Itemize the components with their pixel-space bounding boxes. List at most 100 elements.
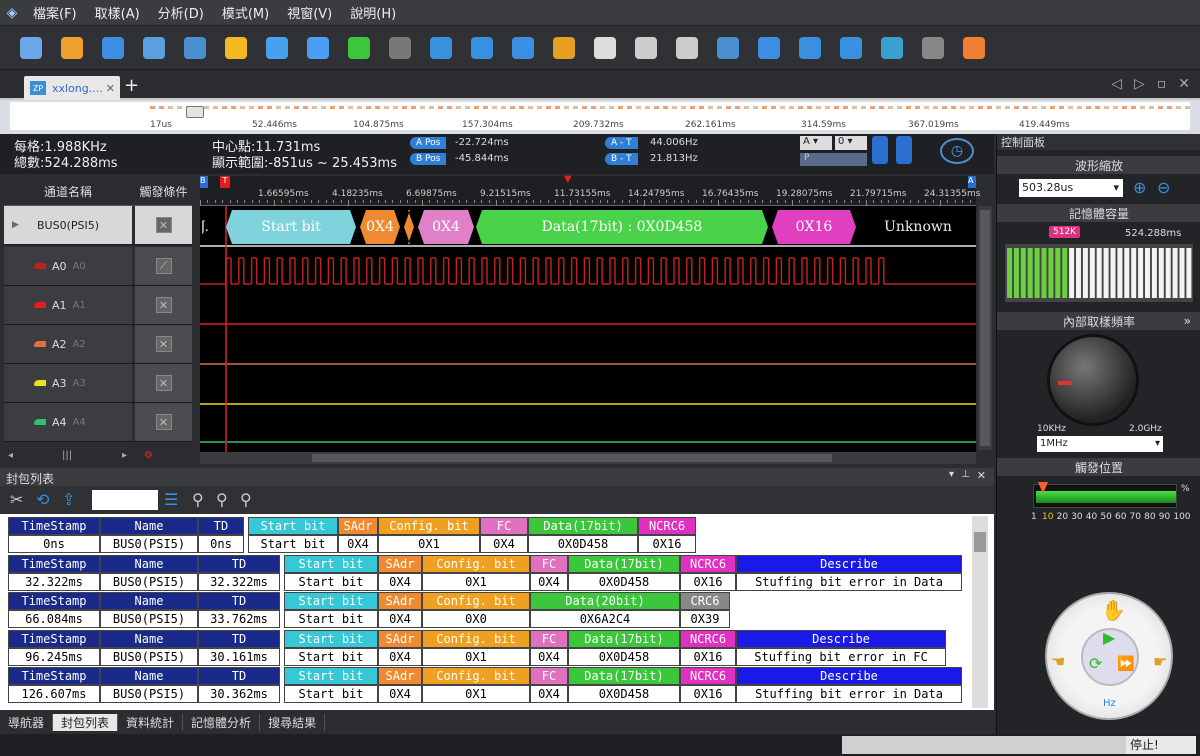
marker-down-button[interactable] bbox=[502, 30, 543, 66]
find-next-icon[interactable]: ⚲ bbox=[240, 490, 252, 509]
zoom-select[interactable]: 503.28us ▾ bbox=[1019, 179, 1123, 197]
packet-value-cell[interactable]: 0X1 bbox=[378, 535, 480, 553]
right-pointer-icon[interactable]: ☛ bbox=[1153, 652, 1167, 671]
probe-a-icon[interactable] bbox=[872, 136, 888, 164]
channel-row[interactable]: A2 A2 ✕ bbox=[4, 325, 192, 364]
trigger-rising-icon[interactable]: ⟋ bbox=[155, 258, 172, 274]
packet-value-cell[interactable]: 0X4 bbox=[378, 610, 422, 628]
bus-segment[interactable]: 0X4 bbox=[360, 210, 400, 244]
channel-name[interactable]: A4 A4 bbox=[4, 403, 132, 441]
overview-scroll-thumb[interactable] bbox=[186, 106, 204, 118]
flashlight-button[interactable] bbox=[543, 30, 584, 66]
trigger-none-icon[interactable]: ✕ bbox=[155, 217, 172, 233]
binary-button[interactable] bbox=[707, 30, 748, 66]
packet-value-cell[interactable]: Start bit bbox=[284, 685, 378, 703]
packet-value-cell[interactable]: 0X1 bbox=[422, 572, 530, 591]
bus-segment[interactable]: 0X4 bbox=[418, 210, 474, 244]
packet-value-cell[interactable]: 126.607ms bbox=[8, 685, 100, 703]
marker-b-flag-icon[interactable]: B bbox=[200, 176, 208, 188]
trigger-cell[interactable]: ⟋ bbox=[135, 247, 192, 285]
left-pointer-icon[interactable]: ☚ bbox=[1051, 652, 1065, 671]
close-panel-icon[interactable]: ✕ bbox=[977, 469, 986, 482]
channel-row[interactable]: A4 A4 ✕ bbox=[4, 403, 192, 442]
run-button[interactable] bbox=[338, 30, 379, 66]
packet-value-cell[interactable]: 0X4 bbox=[378, 572, 422, 591]
packet-value-cell[interactable]: 0X0D458 bbox=[568, 647, 680, 666]
tools-button[interactable] bbox=[297, 30, 338, 66]
bottom-tab-0[interactable]: 導航器 bbox=[0, 713, 54, 731]
restore-window-icon[interactable]: ▫ bbox=[1157, 76, 1167, 92]
packet-value-cell[interactable]: 0X4 bbox=[480, 535, 528, 553]
prev-arrow-icon[interactable]: ◁ bbox=[1111, 76, 1122, 92]
packet-value-cell[interactable]: Stuffing bit error in FC bbox=[736, 647, 946, 666]
print-button[interactable] bbox=[133, 30, 174, 66]
sort-icon[interactable]: ☰ bbox=[164, 490, 178, 509]
bottom-tab-4[interactable]: 搜尋結果 bbox=[260, 713, 326, 731]
menu-item-5[interactable]: 說明(H) bbox=[341, 3, 405, 22]
packet-value-cell[interactable]: BUS0(PSI5) bbox=[100, 685, 198, 703]
channel-row[interactable]: A3 A3 ✕ bbox=[4, 364, 192, 403]
next-arrow-icon[interactable]: ▷ bbox=[1134, 76, 1145, 92]
star-button[interactable] bbox=[215, 30, 256, 66]
trigger-cell[interactable]: ✕ bbox=[135, 286, 192, 324]
menu-item-4[interactable]: 視窗(V) bbox=[278, 3, 341, 22]
packet-value-cell[interactable]: BUS0(PSI5) bbox=[100, 535, 198, 553]
packet-value-cell[interactable]: Start bit bbox=[284, 647, 378, 666]
packet-value-cell[interactable]: 0X6A2C4 bbox=[530, 610, 680, 628]
bus-segment[interactable] bbox=[404, 210, 414, 244]
packet-value-cell[interactable]: Stuffing bit error in Data bbox=[736, 572, 962, 591]
probe-b-icon[interactable] bbox=[896, 136, 912, 164]
channel-row-bus[interactable]: ▶ BUS0(PSI5) ✕ bbox=[4, 206, 192, 245]
packet-value-cell[interactable]: 0X4 bbox=[378, 685, 422, 703]
packet-value-cell[interactable]: 32.322ms bbox=[198, 572, 280, 591]
packet-value-cell[interactable]: 0X1 bbox=[422, 685, 530, 703]
packet-value-cell[interactable]: 0X1 bbox=[422, 647, 530, 666]
packet-value-cell[interactable]: 0X4 bbox=[530, 685, 568, 703]
packet-value-cell[interactable]: BUS0(PSI5) bbox=[100, 572, 198, 591]
packet-value-cell[interactable]: 0X16 bbox=[680, 685, 736, 703]
save-button[interactable] bbox=[92, 30, 133, 66]
packet-value-cell[interactable]: 0ns bbox=[198, 535, 244, 553]
channel-row[interactable]: A0 A0 ⟋ bbox=[4, 247, 192, 286]
trigger-position-slider[interactable] bbox=[1033, 482, 1177, 508]
refresh-icon[interactable]: ⟲ bbox=[36, 490, 49, 509]
sample-rate-knob[interactable] bbox=[1047, 334, 1139, 426]
bus-segment[interactable]: Start bit bbox=[226, 210, 356, 244]
memory-bar-gauge[interactable] bbox=[1005, 244, 1193, 302]
new-file-button[interactable] bbox=[10, 30, 51, 66]
packet-value-cell[interactable]: 33.762ms bbox=[198, 610, 280, 628]
probe-button[interactable] bbox=[912, 30, 953, 66]
pages-button[interactable] bbox=[584, 30, 625, 66]
binoculars-icon[interactable]: ⚲ bbox=[192, 490, 204, 509]
zoom-p-button[interactable] bbox=[830, 30, 871, 66]
export-icon[interactable]: ⇪ bbox=[62, 490, 75, 509]
handshake2-button[interactable] bbox=[666, 30, 707, 66]
fast-forward-icon[interactable]: ⏩ bbox=[1117, 656, 1134, 672]
packet-vscroll[interactable] bbox=[972, 516, 988, 708]
tab-document[interactable]: ZP xxlong.... ✕ bbox=[24, 76, 120, 100]
open-folder-button[interactable] bbox=[51, 30, 92, 66]
packet-value-cell[interactable]: Stuffing bit error in Data bbox=[736, 685, 962, 703]
scroll-grip-icon[interactable]: ||| bbox=[62, 450, 72, 461]
overview-track[interactable]: 17us 52.446ms 104.875ms 157.304ms 209.732ms 2… bbox=[10, 102, 1190, 130]
channel-name[interactable]: A0 A0 bbox=[4, 247, 132, 285]
packet-value-cell[interactable]: BUS0(PSI5) bbox=[100, 647, 198, 666]
pin-icon[interactable]: ⊥ bbox=[961, 469, 970, 480]
zoom-in-icon[interactable]: ⊕ bbox=[1133, 178, 1146, 197]
trigger-cell[interactable]: ✕ bbox=[135, 364, 192, 402]
packet-value-cell[interactable]: 0X4 bbox=[530, 572, 568, 591]
menu-item-2[interactable]: 分析(D) bbox=[149, 3, 213, 22]
add-tab-button[interactable]: + bbox=[124, 75, 139, 96]
expand-arrow-icon[interactable]: ▶ bbox=[12, 220, 19, 230]
bus-segment[interactable]: Unknown bbox=[860, 210, 976, 244]
waveform-view[interactable]: 1.66595ms 4.18235ms 6.69875ms 9.21515ms 11.7… bbox=[200, 174, 980, 452]
bottom-tab-1[interactable]: 封包列表 bbox=[53, 713, 119, 731]
save-settings-button[interactable] bbox=[174, 30, 215, 66]
packet-value-cell[interactable]: 96.245ms bbox=[8, 647, 100, 666]
expand-icon[interactable]: » bbox=[1184, 314, 1191, 328]
packet-value-cell[interactable]: 30.362ms bbox=[198, 685, 280, 703]
waveform-vscroll[interactable] bbox=[978, 206, 992, 450]
packet-value-cell[interactable]: 0X0D458 bbox=[568, 572, 680, 591]
bottom-tab-3[interactable]: 記憶體分析 bbox=[183, 713, 261, 731]
repeat-icon[interactable]: ⟳ bbox=[1089, 654, 1102, 673]
